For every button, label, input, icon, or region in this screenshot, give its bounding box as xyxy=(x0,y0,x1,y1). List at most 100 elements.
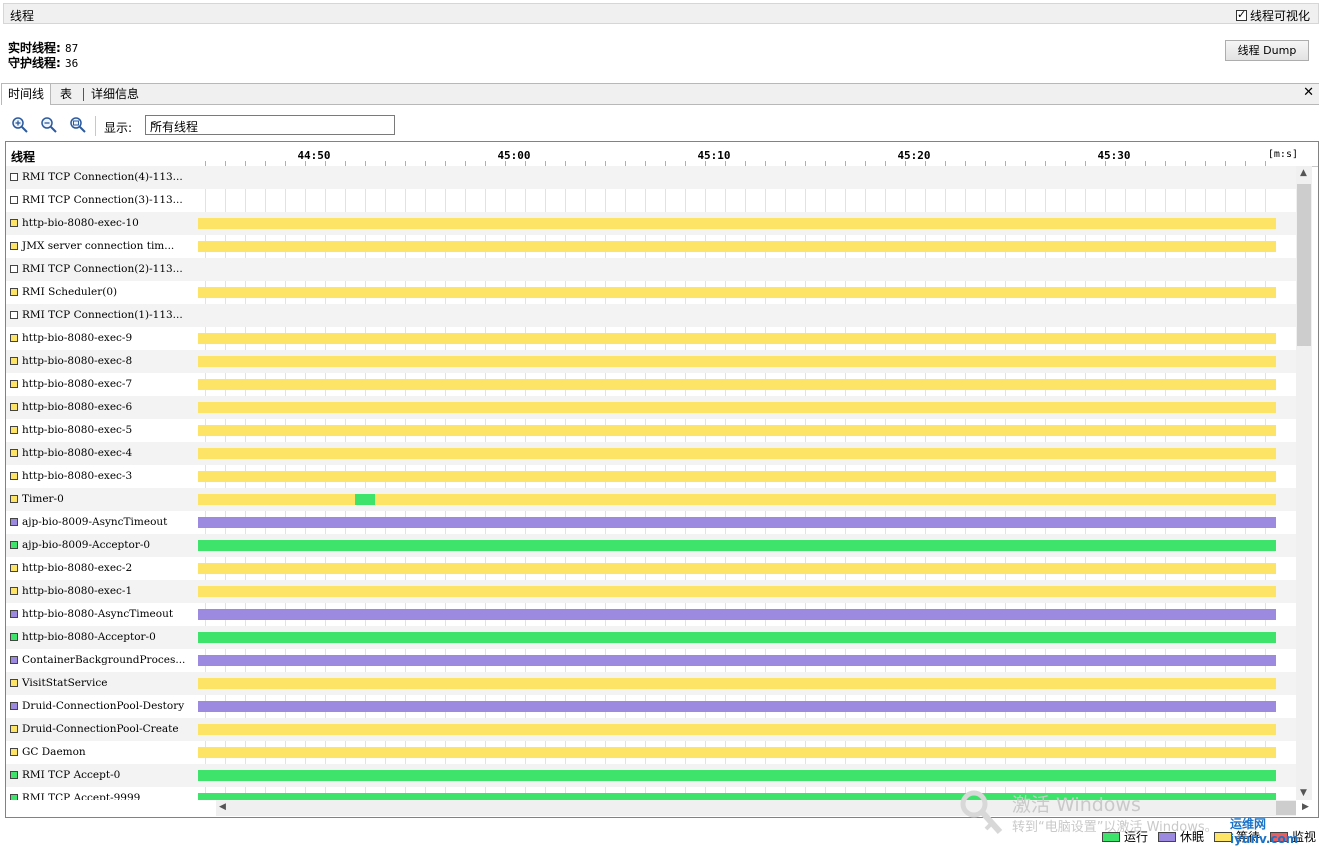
thread-name-label: http-bio-8080-exec-7 xyxy=(22,378,133,390)
tab-timeline[interactable]: 时间线 xyxy=(1,84,52,105)
thread-name: JMX server connection tim... xyxy=(10,240,198,252)
visualize-toggle[interactable]: 线程可视化 xyxy=(1235,7,1310,24)
thread-name: RMI TCP Connection(4)-113... xyxy=(10,171,198,183)
thread-name: Timer-0 xyxy=(10,493,198,505)
thread-name-label: http-bio-8080-exec-10 xyxy=(22,217,139,229)
thread-name-label: GC Daemon xyxy=(22,746,86,758)
thread-name: http-bio-8080-Acceptor-0 xyxy=(10,631,198,643)
thread-row[interactable]: http-bio-8080-exec-1 xyxy=(6,580,1298,603)
thread-row[interactable]: RMI TCP Accept-0 xyxy=(6,764,1298,787)
thread-row[interactable]: RMI TCP Connection(1)-113... xyxy=(6,304,1298,327)
thread-row[interactable]: Druid-ConnectionPool-Create xyxy=(6,718,1298,741)
thread-state-bar xyxy=(198,218,1276,229)
live-threads-value: 87 xyxy=(65,42,79,55)
thread-name: ContainerBackgroundProces... xyxy=(10,654,198,666)
thread-row[interactable]: VisitStatService xyxy=(6,672,1298,695)
tab-details[interactable]: 详细信息 xyxy=(85,84,145,104)
thread-state-swatch xyxy=(10,518,18,526)
thread-state-bar xyxy=(198,563,1276,574)
thread-row[interactable]: RMI TCP Connection(2)-113... xyxy=(6,258,1298,281)
thread-state-swatch xyxy=(10,403,18,411)
thread-row[interactable]: http-bio-8080-exec-5 xyxy=(6,419,1298,442)
thread-row[interactable]: ajp-bio-8009-AsyncTimeout xyxy=(6,511,1298,534)
thread-row[interactable]: RMI Scheduler(0) xyxy=(6,281,1298,304)
scroll-up-icon[interactable]: ▲ xyxy=(1300,168,1307,178)
tick-label: 45:10 xyxy=(697,149,731,162)
thread-row[interactable]: ajp-bio-8009-Acceptor-0 xyxy=(6,534,1298,557)
thread-state-swatch xyxy=(10,357,18,365)
horizontal-scroll-thumb[interactable] xyxy=(1276,801,1296,815)
thread-state-swatch xyxy=(10,633,18,641)
thread-state-bar xyxy=(198,609,1276,620)
site-brand: 运维网 iyunv.com xyxy=(1230,817,1299,846)
thread-name-label: Timer-0 xyxy=(22,493,64,505)
tick-label: 45:20 xyxy=(897,149,931,162)
thread-row[interactable]: http-bio-8080-exec-4 xyxy=(6,442,1298,465)
scroll-down-icon[interactable]: ▼ xyxy=(1300,788,1307,798)
thread-name-label: http-bio-8080-exec-9 xyxy=(22,332,133,344)
thread-row[interactable]: Timer-0 xyxy=(6,488,1298,511)
thread-name: ajp-bio-8009-AsyncTimeout xyxy=(10,516,198,528)
thread-state-bar xyxy=(198,655,1276,666)
thread-row[interactable]: Druid-ConnectionPool-Destory xyxy=(6,695,1298,718)
thread-row[interactable]: http-bio-8080-Acceptor-0 xyxy=(6,626,1298,649)
visualize-checkbox[interactable] xyxy=(1235,8,1247,22)
thread-dump-button[interactable]: 线程 Dump xyxy=(1225,40,1309,61)
thread-state-swatch xyxy=(10,656,18,664)
thread-state-swatch xyxy=(10,564,18,572)
thread-state-swatch xyxy=(10,541,18,549)
key-icon xyxy=(960,790,1003,835)
timeline-header: 线程 44:50 45:00 45:10 45:20 45:30 [m:s] xyxy=(6,142,1318,167)
legend-swatch xyxy=(1157,831,1176,842)
thread-state-bar xyxy=(198,678,1276,689)
thread-row[interactable]: http-bio-8080-exec-3 xyxy=(6,465,1298,488)
zoom-in-icon[interactable] xyxy=(11,116,29,134)
thread-state-swatch xyxy=(10,173,18,181)
thread-name-label: http-bio-8080-exec-5 xyxy=(22,424,133,436)
thread-name-label: http-bio-8080-Acceptor-0 xyxy=(22,631,156,643)
thread-state-bar xyxy=(198,632,1276,643)
thread-row[interactable]: RMI TCP Connection(3)-113... xyxy=(6,189,1298,212)
thread-row[interactable]: http-bio-8080-exec-10 xyxy=(6,212,1298,235)
thread-name-label: http-bio-8080-AsyncTimeout xyxy=(22,608,174,620)
thread-row[interactable]: GC Daemon xyxy=(6,741,1298,764)
thread-row[interactable]: http-bio-8080-AsyncTimeout xyxy=(6,603,1298,626)
thread-row[interactable]: http-bio-8080-exec-8 xyxy=(6,350,1298,373)
thread-rows: RMI TCP Connection(4)-113... RMI TCP Conn… xyxy=(6,166,1298,800)
scroll-left-icon[interactable]: ◀ xyxy=(219,802,226,812)
thread-name: http-bio-8080-exec-6 xyxy=(10,401,198,413)
thread-state-swatch xyxy=(10,426,18,434)
close-icon[interactable]: ✕ xyxy=(1303,85,1314,100)
thread-row[interactable]: http-bio-8080-exec-6 xyxy=(6,396,1298,419)
thread-row[interactable]: http-bio-8080-exec-7 xyxy=(6,373,1298,396)
thread-row[interactable]: http-bio-8080-exec-2 xyxy=(6,557,1298,580)
vertical-scrollbar[interactable]: ▲ ▼ xyxy=(1296,166,1312,800)
thread-row[interactable]: RMI TCP Connection(4)-113... xyxy=(6,166,1298,189)
show-filter-select[interactable]: 所有线程 ⌄ xyxy=(145,115,395,135)
zoom-fit-icon[interactable] xyxy=(69,116,87,134)
thread-row[interactable]: ContainerBackgroundProces... xyxy=(6,649,1298,672)
tab-table[interactable]: 表 xyxy=(54,84,78,104)
thread-state-bar xyxy=(198,471,1276,482)
thread-state-swatch xyxy=(10,334,18,342)
thread-name: http-bio-8080-exec-5 xyxy=(10,424,198,436)
scroll-right-icon[interactable]: ▶ xyxy=(1302,802,1309,812)
vertical-scroll-thumb[interactable] xyxy=(1297,184,1311,346)
thread-state-swatch xyxy=(10,380,18,388)
chevron-down-icon: ⌄ xyxy=(150,117,159,128)
thread-name: http-bio-8080-exec-3 xyxy=(10,470,198,482)
thread-name: RMI Scheduler(0) xyxy=(10,286,198,298)
thread-name-label: RMI Scheduler(0) xyxy=(22,286,118,298)
thread-stats: 实时线程: 87 守护线程: 36 xyxy=(8,41,78,71)
thread-name-label: JMX server connection tim... xyxy=(22,240,175,252)
thread-name-label: http-bio-8080-exec-3 xyxy=(22,470,133,482)
thread-name: http-bio-8080-exec-8 xyxy=(10,355,198,367)
thread-row[interactable]: http-bio-8080-exec-9 xyxy=(6,327,1298,350)
zoom-out-icon[interactable] xyxy=(40,116,58,134)
thread-name-label: RMI TCP Connection(3)-113... xyxy=(22,194,183,206)
thread-name: RMI TCP Accept-9999 xyxy=(10,792,198,800)
thread-row[interactable]: JMX server connection tim... xyxy=(6,235,1298,258)
thread-name: Druid-ConnectionPool-Destory xyxy=(10,700,198,712)
thread-state-swatch xyxy=(10,725,18,733)
thread-name: http-bio-8080-exec-7 xyxy=(10,378,198,390)
